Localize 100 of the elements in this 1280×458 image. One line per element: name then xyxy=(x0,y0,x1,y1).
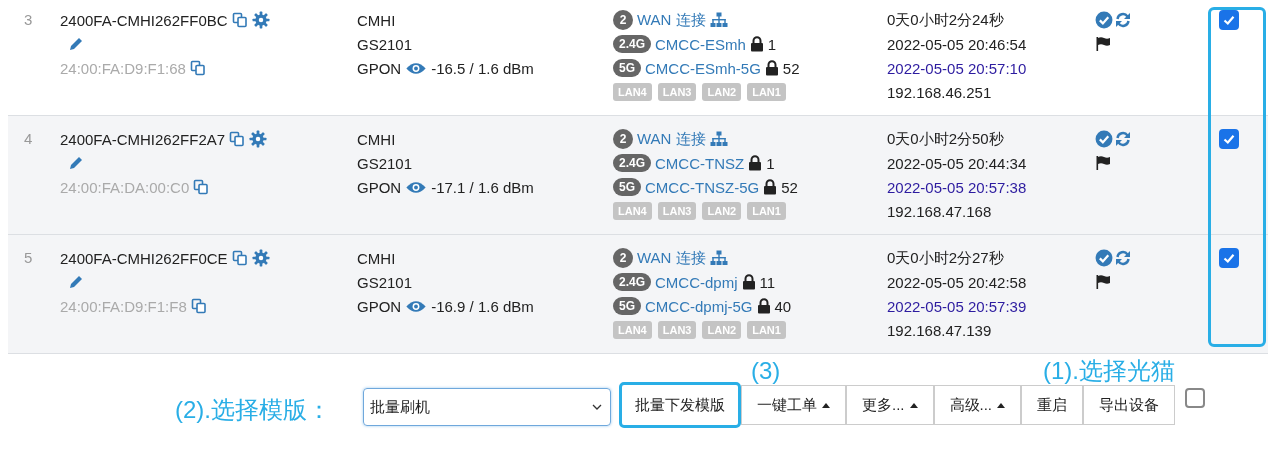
band-badge: 2.4G xyxy=(613,154,651,172)
uptime: 0天0小时2分27秒 xyxy=(887,248,1004,268)
lan-port-badge: LAN2 xyxy=(702,83,742,101)
report-time: 2022-05-05 20:57:10 xyxy=(887,59,1027,77)
lan-port-badge: LAN3 xyxy=(657,202,697,220)
ssid-link[interactable]: CMCC-dpmj-5G xyxy=(645,297,753,315)
lock-icon xyxy=(741,274,756,290)
band-badge: 5G xyxy=(613,59,641,77)
band-badge: 2.4G xyxy=(613,35,651,53)
eye-icon[interactable] xyxy=(405,60,428,76)
wan-count-badge: 2 xyxy=(613,248,633,268)
wan-count-badge: 2 xyxy=(613,129,633,149)
vendor: CMHI xyxy=(357,11,396,29)
pon-type: GPON xyxy=(357,178,402,196)
lock-icon xyxy=(749,36,764,52)
vendor: CMHI xyxy=(357,130,396,148)
ssid-link[interactable]: CMCC-dpmj xyxy=(655,273,738,291)
toolbar-button[interactable]: 导出设备 xyxy=(1083,385,1176,425)
client-count: 52 xyxy=(782,59,800,77)
check-circle-icon xyxy=(1095,11,1113,29)
toolbar-button[interactable]: 高级... xyxy=(933,385,1022,425)
eye-icon[interactable] xyxy=(405,298,428,314)
uptime: 0天0小时2分50秒 xyxy=(887,129,1004,149)
row-checkbox[interactable] xyxy=(1219,10,1239,30)
client-count: 1 xyxy=(767,35,777,53)
model: GS2101 xyxy=(357,273,413,291)
caret-icon xyxy=(822,402,830,408)
select-all-checkbox[interactable] xyxy=(1185,388,1206,408)
device-name: 2400FA-CMHI262FF2A7 xyxy=(60,130,226,148)
flag-icon xyxy=(1095,155,1111,171)
template-select[interactable]: 批量刷机 xyxy=(363,388,611,426)
caret-icon xyxy=(997,402,1006,408)
settings-icon[interactable] xyxy=(251,249,270,267)
refresh-icon[interactable] xyxy=(1115,250,1131,266)
caret-icon xyxy=(909,402,918,408)
mac-address: 24:00:FA:D9:F1:68 xyxy=(60,59,186,77)
copy-icon[interactable] xyxy=(189,60,206,76)
model: GS2101 xyxy=(357,35,413,53)
optical-power: -16.9 / 1.6 dBm xyxy=(431,297,534,315)
device-name: 2400FA-CMHI262FF0BC xyxy=(60,11,228,29)
copy-icon[interactable] xyxy=(231,250,248,266)
optical-power: -17.1 / 1.6 dBm xyxy=(431,178,534,196)
lan-port-badge: LAN1 xyxy=(747,83,786,101)
edit-icon[interactable] xyxy=(68,274,84,290)
wan-link[interactable]: WAN 连接 xyxy=(637,129,706,149)
ssid-link[interactable]: CMCC-TNSZ-5G xyxy=(645,178,760,196)
caret-icon xyxy=(592,404,602,410)
client-count: 11 xyxy=(759,273,776,291)
row-number: 4 xyxy=(24,130,33,147)
report-time: 2022-05-05 20:57:39 xyxy=(887,297,1027,315)
lan-port-badge: LAN3 xyxy=(657,321,697,339)
device-name: 2400FA-CMHI262FF0CE xyxy=(60,249,228,267)
lan-port-badge: LAN4 xyxy=(613,321,652,339)
band-badge: 5G xyxy=(613,297,641,315)
wan-link[interactable]: WAN 连接 xyxy=(637,248,706,268)
optical-power: -16.5 / 1.6 dBm xyxy=(431,59,534,77)
uptime: 0天0小时2分24秒 xyxy=(887,10,1004,30)
sitemap-icon xyxy=(709,250,728,266)
toolbar-button[interactable]: 批量下发模版 xyxy=(619,382,741,428)
ip-address: 192.168.47.139 xyxy=(887,321,992,339)
vendor: CMHI xyxy=(357,249,396,267)
lan-port-badge: LAN1 xyxy=(747,321,786,339)
copy-icon[interactable] xyxy=(229,131,246,147)
edit-icon[interactable] xyxy=(68,36,84,52)
row-checkbox[interactable] xyxy=(1219,129,1239,149)
band-badge: 2.4G xyxy=(613,273,651,291)
band-badge: 5G xyxy=(613,178,641,196)
online-time: 2022-05-05 20:46:54 xyxy=(887,35,1027,53)
edit-icon[interactable] xyxy=(68,155,84,171)
toolbar-button[interactable]: 更多... xyxy=(846,385,934,425)
toolbar-button[interactable]: 一键工单 xyxy=(741,385,846,425)
row-number: 3 xyxy=(24,11,33,28)
lock-icon xyxy=(763,179,778,195)
client-count: 52 xyxy=(781,178,798,196)
client-count: 40 xyxy=(774,297,792,315)
check-circle-icon xyxy=(1095,130,1113,148)
copy-icon[interactable] xyxy=(193,179,210,195)
ip-address: 192.168.47.168 xyxy=(887,202,992,220)
check-circle-icon xyxy=(1095,249,1113,267)
lock-icon xyxy=(756,298,771,314)
mac-address: 24:00:FA:D9:F1:F8 xyxy=(60,297,187,315)
eye-icon[interactable] xyxy=(405,179,428,195)
mac-address: 24:00:FA:DA:00:C0 xyxy=(60,178,190,196)
lan-port-badge: LAN4 xyxy=(613,202,652,220)
lan-port-badge: LAN4 xyxy=(613,83,652,101)
ssid-link[interactable]: CMCC-ESmh-5G xyxy=(645,59,761,77)
refresh-icon[interactable] xyxy=(1115,12,1131,28)
copy-icon[interactable] xyxy=(231,12,248,28)
wan-link[interactable]: WAN 连接 xyxy=(637,10,706,30)
ssid-link[interactable]: CMCC-TNSZ xyxy=(655,154,745,172)
settings-icon[interactable] xyxy=(251,11,270,29)
wan-count-badge: 2 xyxy=(613,10,633,30)
settings-icon[interactable] xyxy=(249,130,268,148)
toolbar-button[interactable]: 重启 xyxy=(1021,385,1084,425)
ssid-link[interactable]: CMCC-ESmh xyxy=(655,35,746,53)
row-checkbox[interactable] xyxy=(1219,248,1239,268)
copy-icon[interactable] xyxy=(190,298,207,314)
refresh-icon[interactable] xyxy=(1115,131,1131,147)
report-time: 2022-05-05 20:57:38 xyxy=(887,178,1027,196)
model: GS2101 xyxy=(357,154,413,172)
